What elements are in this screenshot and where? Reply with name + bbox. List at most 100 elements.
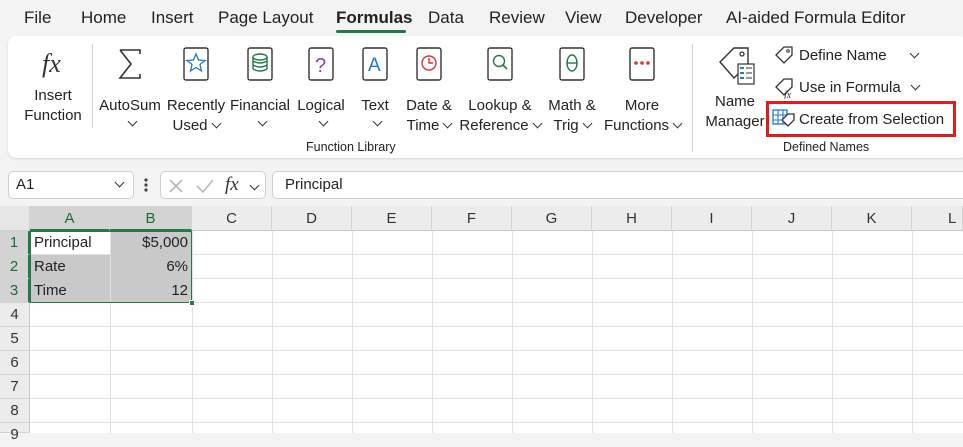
select-all-corner[interactable] — [0, 206, 30, 231]
name-box[interactable]: A1 — [8, 171, 134, 199]
chevron-down-icon — [127, 116, 138, 127]
defined-names-group-label: Defined Names — [783, 140, 870, 154]
gridline — [432, 231, 433, 433]
chevron-down-icon[interactable] — [249, 180, 260, 191]
more-vertical-icon[interactable] — [142, 177, 150, 193]
lookup-reference-label-1: Lookup & — [468, 97, 532, 114]
row-header-6[interactable]: 6 — [0, 351, 30, 375]
row-header-5[interactable]: 5 — [0, 327, 30, 351]
row-header-9[interactable]: 9 — [0, 423, 30, 443]
gridline — [30, 422, 963, 423]
cancel-icon[interactable] — [167, 177, 185, 195]
column-header-e[interactable]: E — [352, 206, 432, 231]
gridline — [352, 231, 353, 433]
fill-handle[interactable] — [189, 300, 195, 306]
enter-check-icon[interactable] — [195, 177, 215, 195]
clock-book-icon — [416, 47, 442, 81]
tab-ai-aided-formula-editor[interactable]: AI-aided Formula Editor — [726, 8, 906, 28]
column-header-k[interactable]: K — [832, 206, 912, 231]
svg-text:?: ? — [315, 55, 326, 77]
gridline — [672, 231, 673, 433]
use-in-formula-button[interactable]: fx Use in Formula — [774, 76, 924, 100]
date-time-label-2-wrap: Time — [400, 116, 458, 136]
gridline — [272, 231, 273, 433]
gridline — [192, 231, 193, 433]
autosum-dropdown[interactable] — [98, 114, 162, 134]
column-header-a[interactable]: A — [30, 206, 110, 231]
tab-insert[interactable]: Insert — [151, 8, 194, 28]
row-header-1[interactable]: 1 — [0, 231, 30, 255]
chevron-down-icon — [532, 118, 543, 129]
ribbon-separator — [92, 44, 93, 128]
tab-file[interactable]: File — [24, 8, 51, 28]
tab-data[interactable]: Data — [428, 8, 464, 28]
insert-function-button[interactable]: fx Insert Function — [18, 42, 88, 130]
gridline — [30, 374, 963, 375]
tab-page-layout[interactable]: Page Layout — [218, 8, 313, 28]
theta-book-icon — [559, 47, 585, 81]
svg-text:A: A — [368, 55, 381, 76]
ribbon-panel: fx Insert Function AutoSum Recently Used… — [8, 36, 963, 158]
lookup-reference-button[interactable]: Lookup & Reference — [458, 42, 543, 134]
define-name-button[interactable]: Define Name — [774, 44, 924, 68]
column-header-b[interactable]: B — [110, 206, 192, 231]
more-functions-label-1: More — [624, 97, 660, 114]
chevron-down-icon[interactable] — [114, 177, 125, 188]
date-time-button[interactable]: Date & Time — [400, 42, 458, 134]
name-box-value: A1 — [16, 176, 35, 193]
tag-icon — [775, 46, 793, 64]
chevron-down-icon — [372, 116, 383, 127]
recently-used-button[interactable]: Recently Used — [164, 42, 228, 134]
column-header-f[interactable]: F — [432, 206, 512, 231]
more-functions-button[interactable]: More Functions — [604, 42, 683, 134]
fx-icon: fx — [42, 49, 61, 78]
insert-function-label-2: Function — [24, 107, 82, 124]
name-manager-button[interactable]: Name Manager — [702, 42, 768, 130]
row-header-8[interactable]: 8 — [0, 399, 30, 423]
tab-developer[interactable]: Developer — [625, 8, 703, 28]
tab-formulas[interactable]: Formulas — [336, 8, 413, 28]
recently-used-label-2-wrap: Used — [164, 116, 228, 136]
column-header-i[interactable]: I — [672, 206, 752, 231]
gridline — [512, 231, 513, 433]
name-manager-icon — [719, 47, 755, 85]
selection-range-border — [30, 231, 192, 303]
logical-button[interactable]: ? Logical — [290, 42, 352, 130]
tab-review[interactable]: Review — [489, 8, 545, 28]
tab-home[interactable]: Home — [81, 8, 126, 28]
financial-dropdown[interactable] — [228, 114, 292, 134]
column-header-c[interactable]: C — [192, 206, 272, 231]
lookup-reference-label-2-wrap: Reference — [458, 116, 543, 136]
row-header-3[interactable]: 3 — [0, 279, 30, 303]
column-header-g[interactable]: G — [512, 206, 592, 231]
insert-function-fx-button[interactable]: fx — [225, 174, 239, 196]
text-dropdown[interactable] — [352, 114, 398, 134]
column-header-d[interactable]: D — [272, 206, 352, 231]
column-header-j[interactable]: J — [752, 206, 832, 231]
row-header-7[interactable]: 7 — [0, 375, 30, 399]
column-header-l[interactable]: L — [912, 206, 963, 231]
math-trig-label-2-wrap: Trig — [542, 116, 602, 136]
logical-dropdown[interactable] — [290, 114, 352, 134]
chevron-down-icon — [211, 118, 221, 129]
chevron-down-icon[interactable] — [909, 48, 920, 59]
highlight-box — [766, 101, 956, 137]
row-header-4[interactable]: 4 — [0, 303, 30, 327]
text-functions-button[interactable]: A Text — [352, 42, 398, 130]
math-trig-button[interactable]: Math & Trig — [542, 42, 602, 134]
formula-input[interactable]: Principal — [272, 171, 963, 199]
chevron-down-icon — [582, 118, 593, 129]
magnifier-book-icon — [487, 47, 513, 81]
gridline — [30, 398, 963, 399]
row-header-2[interactable]: 2 — [0, 255, 30, 279]
chevron-down-icon — [910, 80, 921, 91]
define-name-label: Define Name — [799, 47, 887, 64]
more-functions-label-2: Functions — [604, 117, 670, 134]
use-in-formula-label: Use in Formula — [799, 79, 901, 96]
more-book-icon — [629, 47, 655, 81]
financial-button[interactable]: Financial — [228, 42, 292, 130]
name-manager-label-2: Manager — [705, 113, 765, 130]
autosum-button[interactable]: AutoSum — [98, 42, 162, 130]
tab-view[interactable]: View — [565, 8, 602, 28]
column-header-h[interactable]: H — [592, 206, 672, 231]
